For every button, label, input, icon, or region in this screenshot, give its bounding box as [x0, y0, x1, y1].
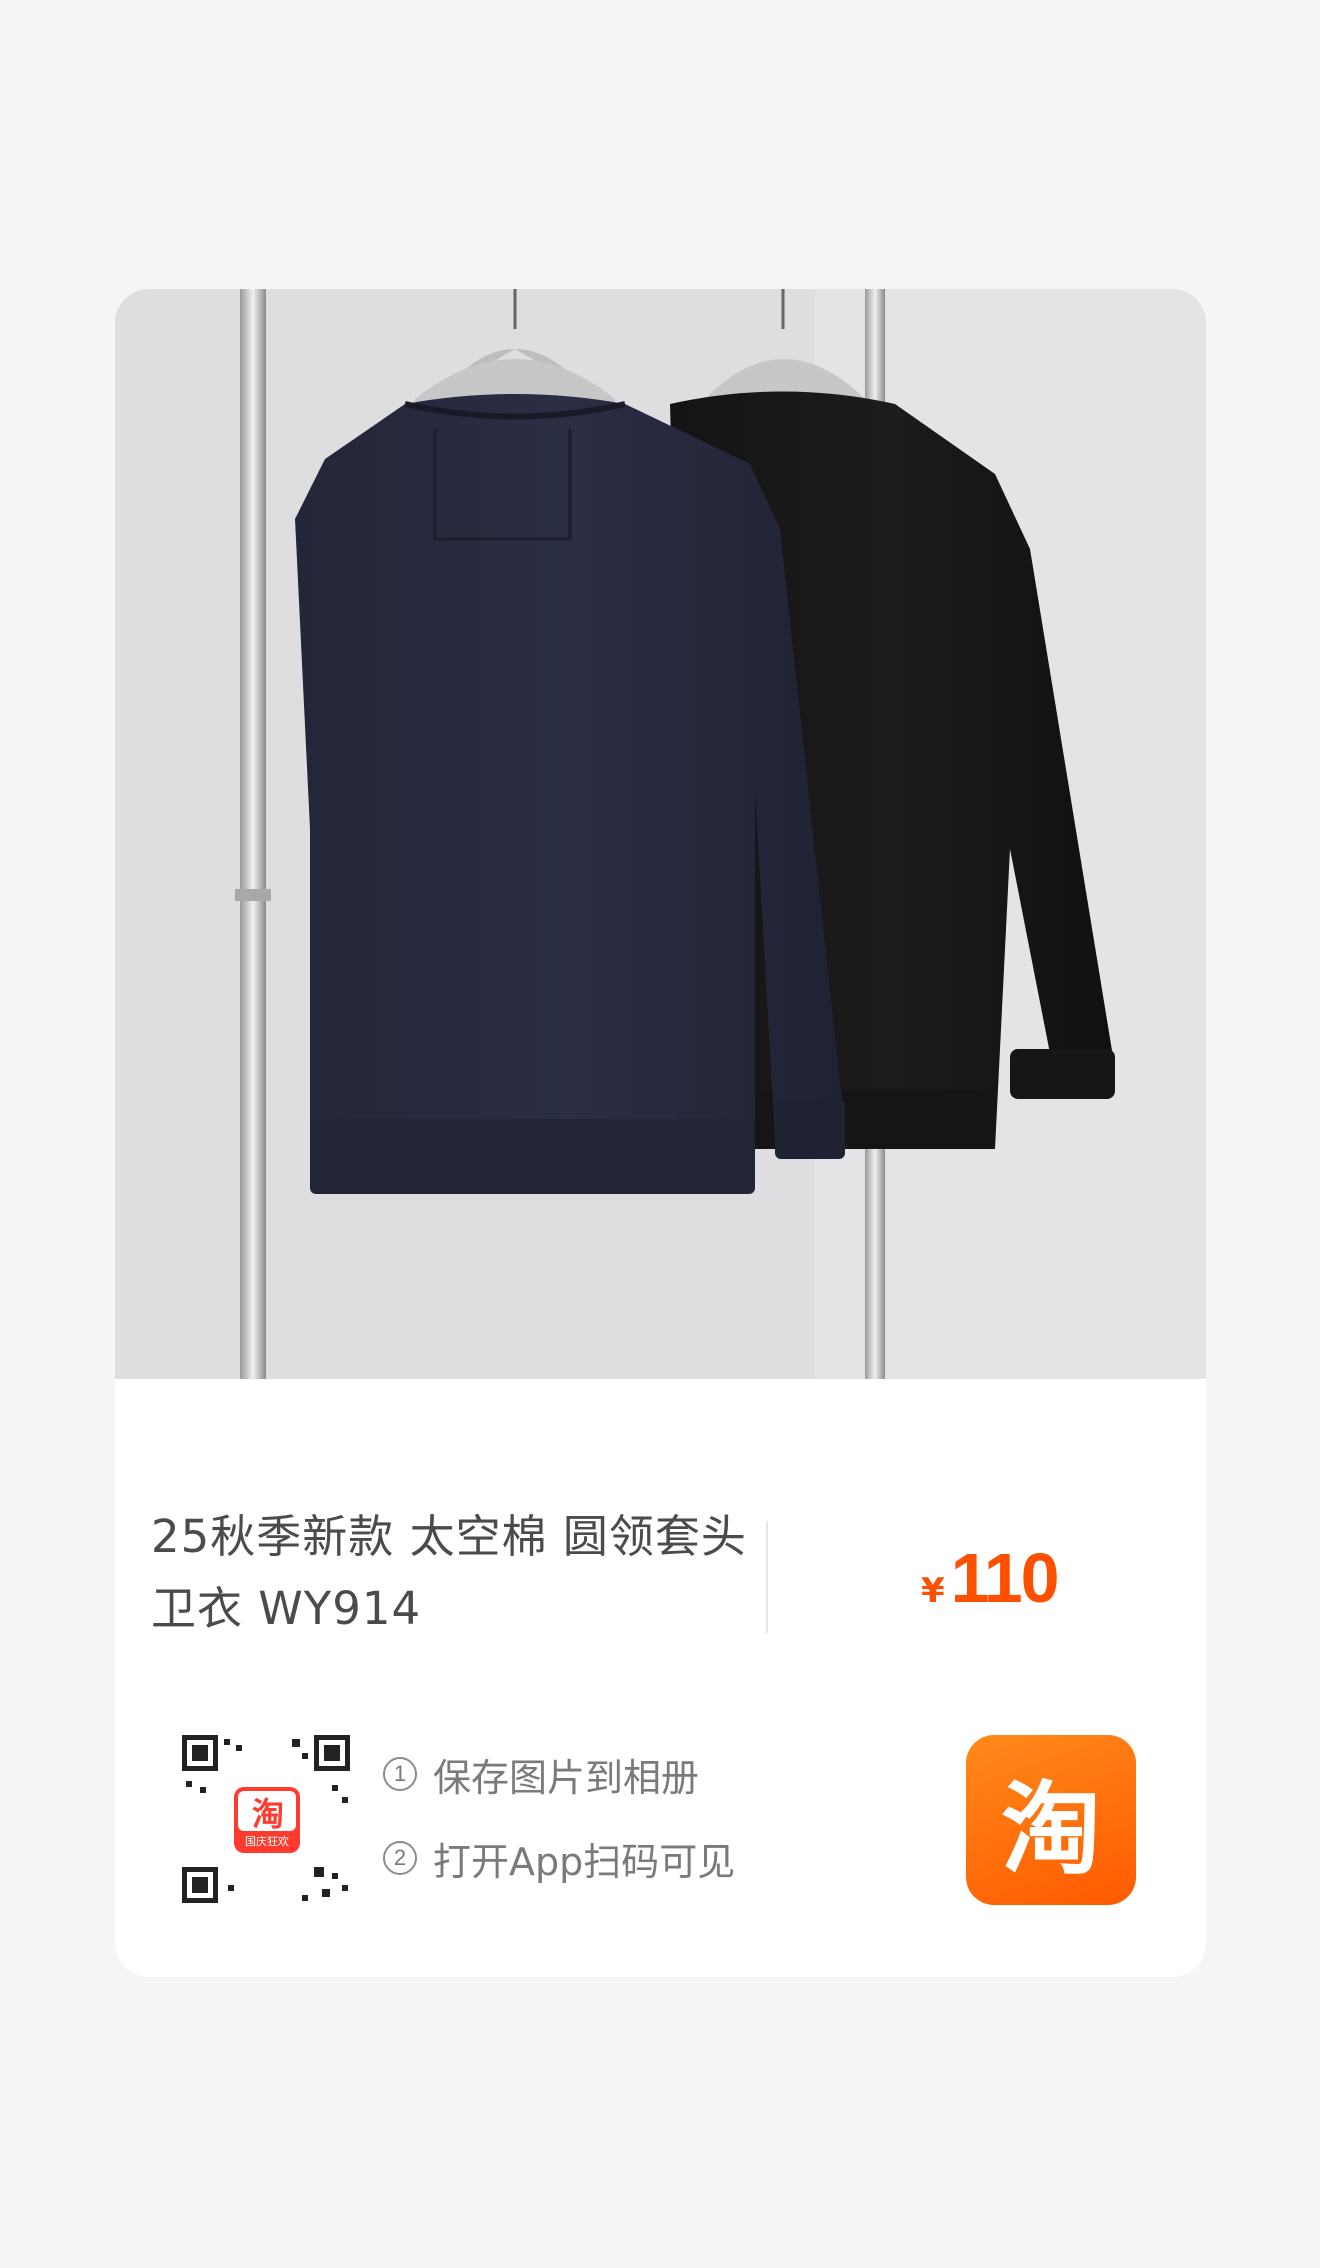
qr-badge-caption: 国庆狂欢: [245, 1835, 289, 1848]
taobao-logo-glyph: 淘: [1001, 1770, 1101, 1888]
step-text: 保存图片到相册: [433, 1755, 700, 1800]
instruction-step-1: 1 保存图片到相册: [383, 1746, 735, 1802]
step-number: 2: [383, 1841, 417, 1875]
step-number: 1: [383, 1757, 417, 1791]
price: ¥ 110: [921, 1538, 1060, 1618]
taobao-app-icon[interactable]: 淘: [966, 1735, 1136, 1905]
instruction-step-2: 2 打开App扫码可见: [383, 1830, 735, 1886]
step-text: 打开App扫码可见: [433, 1839, 736, 1884]
product-photo[interactable]: [115, 289, 1206, 1379]
instructions: 1 保存图片到相册 2 打开App扫码可见: [383, 1746, 735, 1914]
qr-badge-glyph: 淘: [251, 1795, 284, 1833]
divider: [766, 1521, 768, 1633]
product-title: 25秋季新款 太空棉 圆领套头卫衣 WY914: [151, 1510, 747, 1635]
share-card: 25秋季新款 太空棉 圆领套头卫衣 WY914 ¥ 110 淘 国庆狂欢 1 保…: [115, 289, 1206, 1977]
price-value: 110: [950, 1539, 1060, 1617]
qr-code: 淘 国庆狂欢: [182, 1735, 352, 1905]
currency-symbol: ¥: [921, 1571, 945, 1611]
sweatshirts-image: [115, 289, 1206, 1379]
